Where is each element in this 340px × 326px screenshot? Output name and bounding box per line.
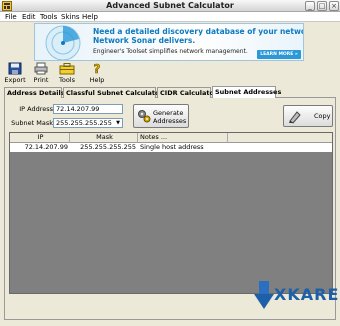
app-window: Advanced Subnet Calculator _ □ × File Ed…: [0, 0, 340, 326]
column-header-ip[interactable]: IP: [10, 133, 70, 143]
watermark-text: XKARE: [274, 285, 340, 304]
menu-tools[interactable]: Tools: [40, 13, 57, 21]
menu-file[interactable]: File: [5, 13, 17, 21]
print-label: Print: [33, 76, 49, 84]
learn-more-button[interactable]: LEARN MORE »: [257, 50, 301, 59]
cell-ip: 72.14.207.99: [24, 143, 68, 151]
toolbar: Export Print Tools ? Help: [0, 62, 340, 86]
title-bar[interactable]: Advanced Subnet Calculator _ □ ×: [0, 0, 340, 12]
copy-label: Copy: [314, 112, 331, 120]
ip-address-input[interactable]: 72.14.207.99: [53, 104, 123, 114]
banner-headline: Need a detailed discovery database of yo…: [93, 27, 304, 36]
close-button[interactable]: ×: [329, 1, 339, 11]
print-button[interactable]: Print: [28, 62, 54, 86]
tab-cidr-calculator[interactable]: CIDR Calculator: [157, 87, 217, 98]
tools-button[interactable]: Tools: [54, 62, 80, 86]
ip-address-label: IP Address: [19, 105, 53, 113]
menu-bar: File Edit Tools Skins Help: [0, 12, 340, 22]
maximize-button[interactable]: □: [317, 1, 327, 11]
table-header: IP Mask Notes ...: [10, 133, 332, 143]
question-mark-icon: ?: [93, 62, 101, 75]
export-label: Export: [4, 76, 26, 84]
address-table[interactable]: IP Mask Notes ... 72.14.207.99 255.255.2…: [9, 132, 333, 294]
ad-banner[interactable]: Need a detailed discovery database of yo…: [34, 23, 304, 61]
subnet-mask-select[interactable]: 255.255.255.255 ▼: [53, 118, 123, 128]
menu-help[interactable]: Help: [82, 13, 98, 21]
generate-addresses-label: Generate Addresses: [153, 109, 187, 125]
generate-addresses-button[interactable]: Generate Addresses: [133, 104, 189, 128]
minimize-button[interactable]: _: [305, 1, 315, 11]
menu-edit[interactable]: Edit: [22, 13, 36, 21]
sonar-graphic-icon: [45, 25, 81, 60]
column-header-notes[interactable]: Notes ...: [138, 133, 228, 143]
column-header-mask[interactable]: Mask: [70, 133, 138, 143]
export-button[interactable]: Export: [2, 62, 28, 86]
banner-tagline: Engineer's Toolset simplifies network ma…: [93, 48, 248, 55]
subnet-mask-value: 255.255.255.255: [56, 119, 112, 127]
banner-subheadline: Network Sonar delivers.: [93, 36, 196, 45]
download-arrow-icon: [254, 281, 274, 309]
help-button[interactable]: ? Help: [84, 62, 110, 86]
copy-icon: [289, 111, 301, 124]
gears-icon: [138, 110, 151, 123]
window-title: Advanced Subnet Calculator: [106, 1, 234, 10]
table-row[interactable]: 72.14.207.99 255.255.255.255 Single host…: [10, 143, 332, 152]
subnet-mask-label: Subnet Mask: [11, 119, 53, 127]
tools-label: Tools: [58, 76, 75, 84]
save-disk-icon: [8, 62, 22, 75]
tab-classful-subnet-calculator[interactable]: Classful Subnet Calculator: [63, 87, 163, 98]
tab-bar: Address Details Classful Subnet Calculat…: [4, 86, 336, 98]
menu-skins[interactable]: Skins: [61, 13, 80, 21]
watermark-logo: XKARE: [252, 279, 338, 313]
copy-button[interactable]: Copy: [283, 105, 333, 127]
tab-address-details[interactable]: Address Details: [4, 87, 65, 98]
svg-text:?: ?: [94, 62, 101, 75]
help-label: Help: [89, 76, 105, 84]
cell-notes: Single host address: [140, 143, 204, 151]
tab-subnet-addresses[interactable]: Subnet Addresses: [212, 86, 281, 98]
toolbox-icon: [59, 63, 75, 75]
printer-icon: [34, 62, 48, 75]
chevron-down-icon[interactable]: ▼: [114, 119, 122, 127]
cell-mask: 255.255.255.255: [80, 143, 136, 151]
